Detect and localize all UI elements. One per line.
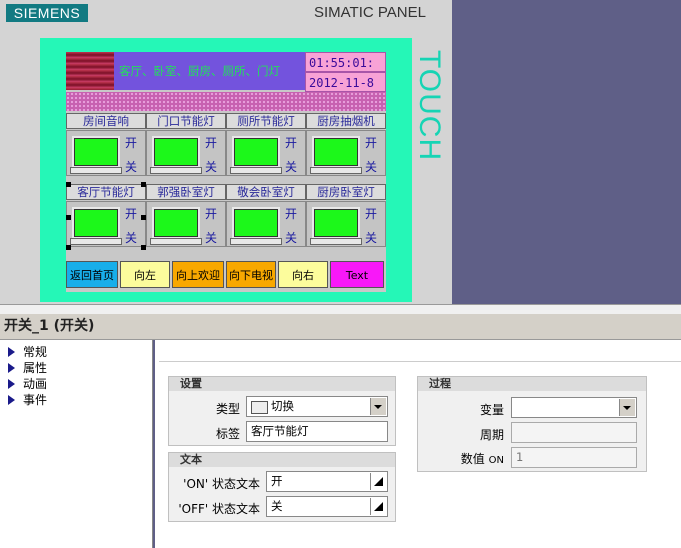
tag-label: 标签 <box>215 427 240 441</box>
selection-handle[interactable] <box>141 245 146 250</box>
on-text-input[interactable]: 开 <box>266 471 388 492</box>
arrow-right-icon <box>8 395 15 405</box>
tree-item-animation[interactable]: 动画 <box>8 375 47 392</box>
variable-select[interactable] <box>511 397 637 418</box>
chevron-down-icon[interactable] <box>370 398 386 415</box>
switch-label[interactable]: 门口节能灯 <box>146 113 226 129</box>
selection-handle[interactable] <box>141 182 146 187</box>
on-text-label: 'ON' 状态文本 <box>183 477 260 491</box>
toggle-switch[interactable]: 开关 <box>306 201 386 247</box>
off-text-input[interactable]: 关 <box>266 496 388 517</box>
toggle-switch[interactable]: 开关 <box>306 130 386 176</box>
nav-button-home[interactable]: 返回首页 <box>66 261 118 288</box>
tree-item-events[interactable]: 事件 <box>8 391 47 408</box>
edit-icon[interactable] <box>370 473 386 490</box>
editor-background <box>452 0 681 304</box>
switch-indicator <box>232 207 280 239</box>
value-on-field: 1 <box>511 447 637 468</box>
header-title[interactable]: 客厅、卧室、厨房、厕所、门灯 <box>114 52 305 90</box>
switch-type-icon <box>251 401 268 414</box>
arrow-right-icon <box>8 379 15 389</box>
switch-label[interactable]: 房间音响 <box>66 113 146 129</box>
toggle-switch[interactable]: 开关 <box>226 201 306 247</box>
variable-label: 变量 <box>479 403 504 417</box>
selection-handle[interactable] <box>141 215 146 220</box>
nav-button-text[interactable]: Text <box>330 261 384 288</box>
siemens-logo: SIEMENS <box>6 4 88 22</box>
switch-indicator <box>72 207 120 239</box>
selection-handle[interactable] <box>66 182 71 187</box>
selection-handle[interactable] <box>66 245 71 250</box>
touch-label: TOUCH <box>413 50 446 162</box>
switch-indicator <box>232 136 280 168</box>
tag-input[interactable]: 客厅节能灯 <box>246 421 388 442</box>
switch-label[interactable]: 厨房抽烟机 <box>306 113 386 129</box>
process-header: 过程 <box>418 377 646 391</box>
switch-indicator <box>152 136 200 168</box>
nav-button-right[interactable]: 向右 <box>278 261 328 288</box>
tree-item-general[interactable]: 常规 <box>8 343 47 360</box>
switch-label[interactable]: 厨房卧室灯 <box>306 184 386 200</box>
settings-header: 设置 <box>169 377 395 391</box>
switch-label[interactable]: 敬会卧室灯 <box>226 184 306 200</box>
nav-button-left[interactable]: 向左 <box>120 261 170 288</box>
switch-label[interactable]: 厕所节能灯 <box>226 113 306 129</box>
date-field[interactable]: 2012-11-8 <box>305 72 386 92</box>
decorative-band <box>66 92 386 111</box>
toggle-switch-selected[interactable]: 开关 <box>66 201 146 247</box>
toggle-switch[interactable]: 开关 <box>66 130 146 176</box>
clock-field[interactable]: 01:55:01:上 <box>305 52 386 90</box>
switch-label[interactable]: 客厅节能灯 <box>66 184 146 200</box>
type-label: 类型 <box>215 402 240 416</box>
chevron-down-icon[interactable] <box>619 399 635 416</box>
selection-handle[interactable] <box>66 215 71 220</box>
toggle-switch[interactable]: 开关 <box>146 130 226 176</box>
arrow-right-icon <box>8 363 15 373</box>
properties-title: 开关_1 (开关) <box>0 314 681 340</box>
splitter[interactable] <box>0 304 681 314</box>
type-select[interactable]: 切换 <box>246 396 388 417</box>
switch-indicator <box>72 136 120 168</box>
cycle-label: 周期 <box>479 428 504 442</box>
arrow-right-icon <box>8 347 15 357</box>
cycle-field <box>511 422 637 443</box>
value-on-label: 数值 ON <box>460 452 504 466</box>
toggle-switch[interactable]: 开关 <box>226 130 306 176</box>
nav-button-up[interactable]: 向上欢迎 <box>172 261 224 288</box>
switch-indicator <box>312 207 360 239</box>
switch-label[interactable]: 郭强卧室灯 <box>146 184 226 200</box>
header-graphic[interactable] <box>66 52 114 90</box>
tree-item-properties[interactable]: 属性 <box>8 359 47 376</box>
text-header: 文本 <box>169 453 395 467</box>
off-text-label: 'OFF' 状态文本 <box>178 502 260 516</box>
panel-model-label: SIMATIC PANEL <box>314 4 426 21</box>
switch-indicator <box>152 207 200 239</box>
toggle-switch[interactable]: 开关 <box>146 201 226 247</box>
nav-button-down[interactable]: 向下电视 <box>226 261 276 288</box>
switch-indicator <box>312 136 360 168</box>
edit-icon[interactable] <box>370 498 386 515</box>
